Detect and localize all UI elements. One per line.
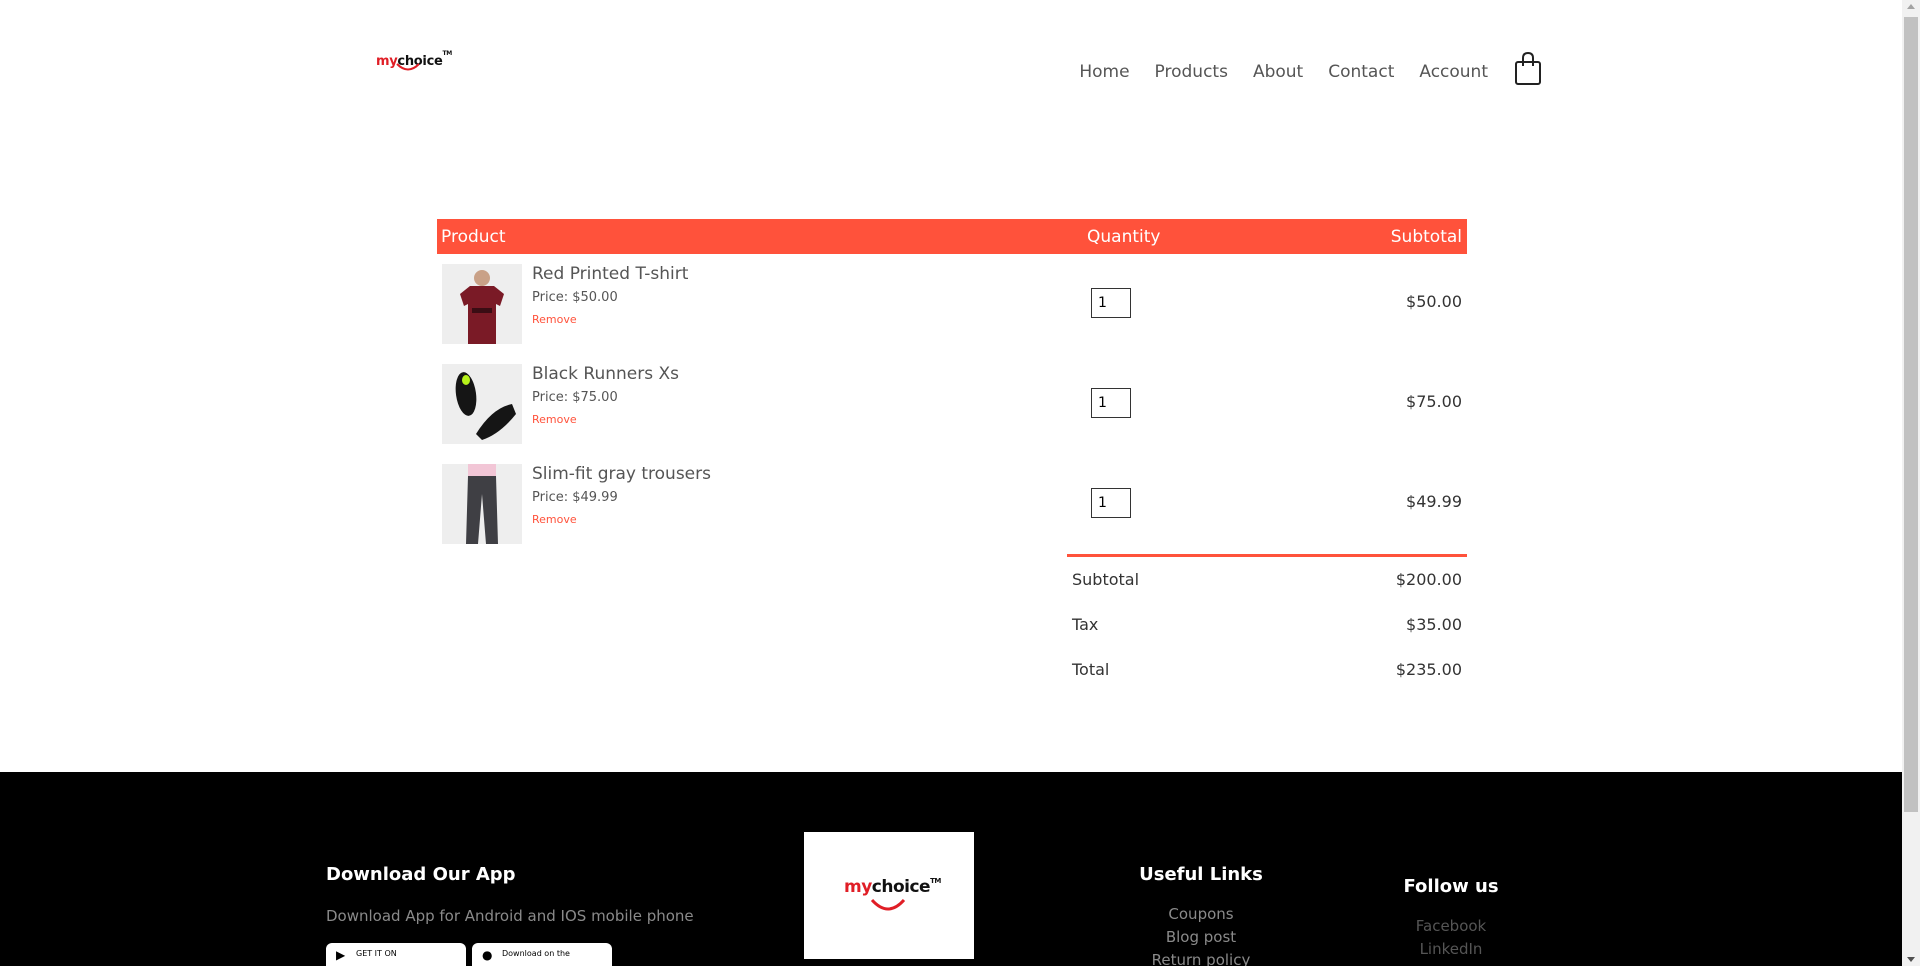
quantity-input[interactable]: [1091, 488, 1131, 518]
cart-row: Black Runners Xs Price: $75.00 Remove $7…: [437, 354, 1467, 454]
footer-app-title: Download Our App: [326, 864, 516, 885]
cart-table: Product Quantity Subtotal Red Printed T-…: [437, 219, 1467, 679]
logo-smile-icon: [870, 898, 906, 911]
scroll-up-arrow-icon[interactable]: [1907, 4, 1915, 9]
row-subtotal: $49.99: [1406, 492, 1462, 511]
product-price: Price: $50.00: [532, 290, 618, 305]
product-name: Black Runners Xs: [532, 364, 679, 384]
cart-row: Red Printed T-shirt Price: $50.00 Remove…: [437, 254, 1467, 354]
cart-totals: Subtotal $200.00 Tax $35.00 Total $235.0…: [1067, 554, 1467, 692]
quantity-input[interactable]: [1091, 288, 1131, 318]
logo-smile-icon: [396, 63, 420, 71]
footer: Download Our App Download App for Androi…: [0, 772, 1902, 966]
product-image-black-shoes: [442, 364, 522, 444]
footer-link-facebook[interactable]: Facebook: [1390, 915, 1512, 938]
footer-link-return-policy[interactable]: Return policy: [1130, 949, 1272, 966]
footer-useful-links: Useful Links Coupons Blog post Return po…: [1130, 864, 1272, 966]
scroll-thumb[interactable]: [1904, 17, 1918, 812]
google-play-button[interactable]: ▶ GET IT ON: [326, 943, 466, 966]
totals-value: $235.00: [1395, 660, 1462, 679]
product-image-red-tshirt: [442, 264, 522, 344]
nav-home[interactable]: Home: [1079, 62, 1129, 82]
remove-link[interactable]: Remove: [532, 313, 577, 326]
product-price: Price: $75.00: [532, 390, 618, 405]
footer-follow-title: Follow us: [1403, 876, 1499, 897]
remove-link[interactable]: Remove: [532, 513, 577, 526]
row-subtotal: $75.00: [1406, 392, 1462, 411]
logo-tm-text: TM: [442, 50, 453, 57]
app-store-button[interactable]: ● Download on the: [472, 943, 612, 966]
header-quantity: Quantity: [1087, 226, 1161, 247]
footer-app-text: Download App for Android and IOS mobile …: [326, 907, 694, 925]
totals-value: $200.00: [1395, 570, 1462, 589]
footer-follow: Follow us Facebook LinkedIn: [1390, 876, 1512, 961]
totals-tax-row: Tax $35.00: [1067, 602, 1467, 647]
apple-icon: ●: [482, 948, 493, 962]
row-subtotal: $50.00: [1406, 292, 1462, 311]
play-store-icon: ▶: [336, 948, 346, 962]
cart-row: Slim-fit gray trousers Price: $49.99 Rem…: [437, 454, 1467, 554]
header-subtotal: Subtotal: [1390, 226, 1462, 247]
remove-link[interactable]: Remove: [532, 413, 577, 426]
footer-link-coupons[interactable]: Coupons: [1130, 903, 1272, 926]
product-image-gray-trousers: [442, 464, 522, 544]
totals-label: Subtotal: [1072, 570, 1140, 589]
navbar: mychoiceTM Home Products About Contact A…: [0, 0, 1902, 140]
totals-total-row: Total $235.00: [1067, 647, 1467, 692]
totals-label: Tax: [1072, 615, 1099, 634]
cart-header: Product Quantity Subtotal: [437, 219, 1467, 254]
totals-value: $35.00: [1406, 615, 1462, 634]
nav-products[interactable]: Products: [1155, 62, 1228, 82]
product-name: Red Printed T-shirt: [532, 264, 689, 284]
logo-my-text: my: [376, 54, 398, 69]
nav-contact[interactable]: Contact: [1328, 62, 1394, 82]
nav-about[interactable]: About: [1253, 62, 1303, 82]
footer-link-blog[interactable]: Blog post: [1130, 926, 1272, 949]
nav-account[interactable]: Account: [1419, 62, 1488, 82]
totals-label: Total: [1072, 660, 1110, 679]
footer-logo: mychoiceTM: [804, 832, 974, 959]
footer-links-title: Useful Links: [1139, 864, 1263, 885]
footer-app-section: Download Our App Download App for Androi…: [326, 864, 694, 966]
quantity-input[interactable]: [1091, 388, 1131, 418]
footer-link-linkedin[interactable]: LinkedIn: [1390, 938, 1512, 961]
shopping-bag-icon[interactable]: [1514, 52, 1542, 86]
header-product: Product: [441, 226, 506, 247]
product-price: Price: $49.99: [532, 490, 618, 505]
brand-logo[interactable]: mychoiceTM: [376, 50, 452, 78]
nav-menu: Home Products About Contact Account: [1054, 52, 1542, 89]
vertical-scrollbar[interactable]: [1902, 0, 1920, 966]
product-name: Slim-fit gray trousers: [532, 464, 711, 484]
scroll-down-arrow-icon[interactable]: [1907, 957, 1915, 962]
totals-subtotal-row: Subtotal $200.00: [1067, 557, 1467, 602]
